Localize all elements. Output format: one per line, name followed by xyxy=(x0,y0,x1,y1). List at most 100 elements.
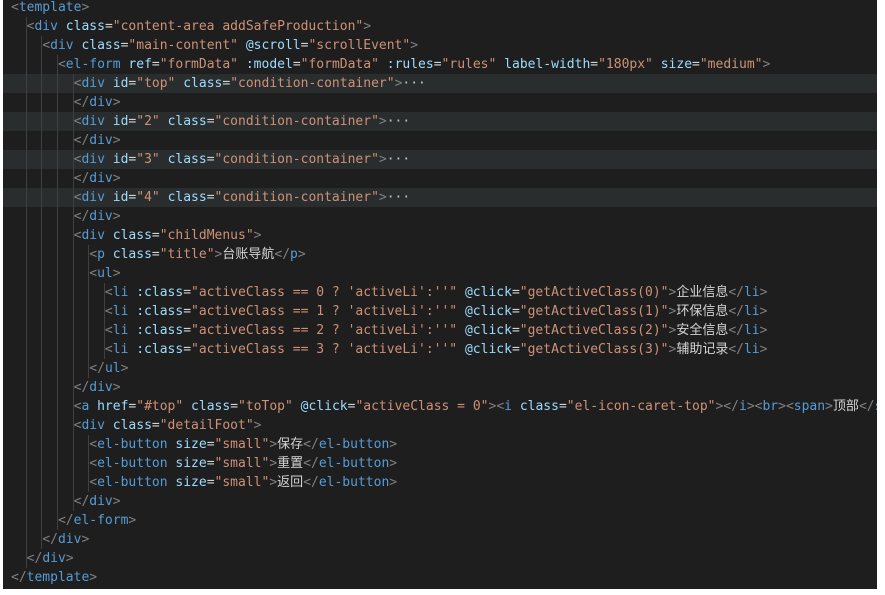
indent-guide xyxy=(25,340,27,359)
indent-guide xyxy=(41,530,43,549)
indent-guide xyxy=(25,74,27,93)
indent-guide xyxy=(25,473,27,492)
indent-guide xyxy=(25,454,27,473)
indent-guide xyxy=(72,264,74,283)
indent-guide xyxy=(72,378,74,397)
code-editor[interactable]: <template> <div class="content-area addS… xyxy=(3,0,877,589)
indent-guide xyxy=(41,188,43,207)
indent-guide xyxy=(25,530,27,549)
code-line[interactable]: </div> xyxy=(3,207,877,226)
code-line-text: <div class="content-area addSafeProducti… xyxy=(26,19,372,34)
code-line[interactable]: <div id="top" class="condition-container… xyxy=(3,74,877,93)
code-line[interactable]: <el-button size="small">返回</el-button> xyxy=(3,473,877,492)
indent-guide xyxy=(88,473,90,492)
code-line[interactable]: <el-button size="small">重置</el-button> xyxy=(3,454,877,473)
indent-guide xyxy=(41,359,43,378)
indent-guide xyxy=(41,112,43,131)
code-line[interactable]: </div> xyxy=(3,378,877,397)
indent-guide xyxy=(41,150,43,169)
indent-guide xyxy=(41,245,43,264)
indent-guide xyxy=(103,283,105,302)
code-line[interactable]: <div class="content-area addSafeProducti… xyxy=(3,17,877,36)
code-line-text: <li :class="activeClass == 3 ? 'activeLi… xyxy=(104,342,768,357)
code-line-text: <a href="#top" class="toTop" @click="act… xyxy=(73,399,877,414)
code-line[interactable]: <el-button size="small">保存</el-button> xyxy=(3,435,877,454)
indent-guide xyxy=(56,207,58,226)
code-line-text: </div> xyxy=(73,494,121,509)
indent-guide xyxy=(72,473,74,492)
indent-guide xyxy=(56,473,58,492)
indent-guide xyxy=(72,93,74,112)
indent-guide xyxy=(88,340,90,359)
indent-guide xyxy=(25,549,27,568)
indent-guide xyxy=(56,378,58,397)
indent-guide xyxy=(41,473,43,492)
code-line-text: </div> xyxy=(73,380,121,395)
indent-guide xyxy=(25,492,27,511)
indent-guide xyxy=(56,226,58,245)
indent-guide xyxy=(72,188,74,207)
indent-guide xyxy=(72,454,74,473)
code-line[interactable]: <div class="detailFoot"> xyxy=(3,416,877,435)
indent-guide xyxy=(25,435,27,454)
code-line[interactable]: <a href="#top" class="toTop" @click="act… xyxy=(3,397,877,416)
indent-guide xyxy=(25,511,27,530)
indent-guide xyxy=(72,321,74,340)
code-line[interactable]: </el-form> xyxy=(3,511,877,530)
code-line[interactable]: </div> xyxy=(3,93,877,112)
indent-guide xyxy=(41,55,43,74)
indent-guide xyxy=(25,283,27,302)
code-line[interactable]: </ul> xyxy=(3,359,877,378)
code-line[interactable]: <ul> xyxy=(3,264,877,283)
indent-guide xyxy=(25,169,27,188)
code-line[interactable]: <li :class="activeClass == 0 ? 'activeLi… xyxy=(3,283,877,302)
indent-guide xyxy=(88,283,90,302)
indent-guide xyxy=(56,435,58,454)
indent-guide xyxy=(56,74,58,93)
code-line[interactable]: </div> xyxy=(3,530,877,549)
code-line[interactable]: </div> xyxy=(3,131,877,150)
code-line[interactable]: <el-form ref="formData" :model="formData… xyxy=(3,55,877,74)
code-line-text: <li :class="activeClass == 0 ? 'activeLi… xyxy=(104,285,768,300)
code-line[interactable]: <template> xyxy=(3,0,877,17)
indent-guide xyxy=(72,340,74,359)
indent-guide xyxy=(25,93,27,112)
indent-guide xyxy=(25,17,27,36)
indent-guide xyxy=(56,359,58,378)
code-line[interactable]: <li :class="activeClass == 2 ? 'activeLi… xyxy=(3,321,877,340)
indent-guide xyxy=(72,302,74,321)
indent-guide xyxy=(41,340,43,359)
indent-guide xyxy=(25,36,27,55)
code-line[interactable]: <div id="4" class="condition-container">… xyxy=(3,188,877,207)
indent-guide xyxy=(72,226,74,245)
code-line[interactable]: </div> xyxy=(3,549,877,568)
indent-guide xyxy=(103,340,105,359)
code-line[interactable]: <li :class="activeClass == 3 ? 'activeLi… xyxy=(3,340,877,359)
indent-guide xyxy=(41,302,43,321)
indent-guide xyxy=(56,302,58,321)
indent-guide xyxy=(72,359,74,378)
code-line-text: </div> xyxy=(73,133,121,148)
code-line[interactable]: </div> xyxy=(3,169,877,188)
code-line[interactable]: <div class="main-content" @scroll="scrol… xyxy=(3,36,877,55)
code-line[interactable]: <div id="2" class="condition-container">… xyxy=(3,112,877,131)
code-line[interactable]: </div> xyxy=(3,492,877,511)
indent-guide xyxy=(72,435,74,454)
indent-guide xyxy=(72,397,74,416)
code-line[interactable]: <p class="title">台账导航</p> xyxy=(3,245,877,264)
indent-guide xyxy=(56,454,58,473)
code-line[interactable]: <div id="3" class="condition-container">… xyxy=(3,150,877,169)
code-line[interactable]: <li :class="activeClass == 1 ? 'activeLi… xyxy=(3,302,877,321)
code-line[interactable]: <div class="childMenus"> xyxy=(3,226,877,245)
code-line-text: <el-form ref="formData" :model="formData… xyxy=(57,57,771,72)
indent-guide xyxy=(25,226,27,245)
indent-guide xyxy=(25,302,27,321)
code-line-text: <div class="detailFoot"> xyxy=(73,418,262,433)
indent-guide xyxy=(25,378,27,397)
code-line[interactable]: </template> xyxy=(3,568,877,587)
indent-guide xyxy=(88,264,90,283)
code-line-text: </ul> xyxy=(89,361,129,376)
indent-guide xyxy=(25,131,27,150)
indent-guide xyxy=(25,245,27,264)
indent-guide xyxy=(72,492,74,511)
